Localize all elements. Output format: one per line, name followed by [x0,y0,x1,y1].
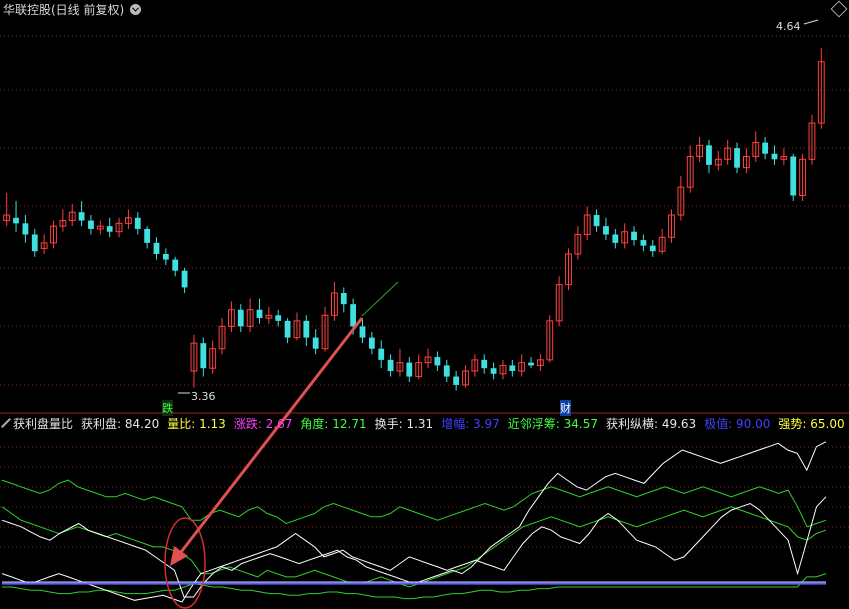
candle-body [631,231,637,241]
candle-body [762,142,769,154]
candle-body [443,365,450,377]
candle-body [312,337,319,349]
candle-body [350,304,357,327]
candle-body [406,362,413,377]
chart-canvas [0,19,849,609]
indicator-item: 近邻浮筹: 34.57 [507,416,598,431]
indicator-item: 极值: 90.00 [704,416,771,431]
candle-body [603,226,609,235]
indicator-item: 角度: 12.71 [300,416,367,431]
candle-body [368,337,375,349]
candle-body [22,223,29,235]
candle-body [78,212,85,221]
candle-body [340,293,347,305]
candle-body [181,270,188,288]
candle-body [172,259,179,271]
candle-body [144,228,151,243]
candle-body [237,309,244,327]
indicator-bar: 获利盘量比 获利盘: 84.20 量比: 1.13 涨跌: 2.67 角度: 12.7… [0,413,849,433]
diamond-icon[interactable] [1,418,11,428]
candle-body [162,254,169,260]
indicator-item: 强势: 65.00 [778,416,845,431]
indicator-name[interactable]: 获利盘量比 [13,415,73,432]
candle-body [378,348,385,360]
candle-body [13,217,19,224]
candle-body [153,242,160,254]
candle-body [387,359,394,371]
candle-body [275,315,282,321]
indicator-series-green-upper [1,479,827,528]
high-price-label: 4.64 [776,20,801,33]
candle-body [771,153,778,160]
indicator-values: 获利盘: 84.20 量比: 1.13 涨跌: 2.67 角度: 12.71 换手: 1… [81,415,849,432]
candle-body [790,156,797,196]
candle-body [509,365,516,371]
candle-body [434,357,441,366]
candle-body [453,376,460,385]
indicator-series-green-mid [1,506,827,588]
low-price-label: 3.36 [191,390,216,403]
indicator-item: 获利盘: 84.20 [81,416,160,431]
indicator-series-white-low [1,496,827,603]
candle-body [640,240,647,246]
candle-body [200,343,207,369]
candle-body [359,326,366,338]
candle-body [106,226,113,232]
candle-body [528,362,534,366]
candle-body [649,245,656,252]
indicator-item: 涨跌: 2.67 [233,416,293,431]
indicator-item: 获利纵横: 49.63 [605,416,697,431]
indicator-series-white-main [1,441,827,598]
indicator-series-green-low [2,573,827,600]
indicator-item: 量比: 1.13 [167,416,226,431]
indicator-item: 换手: 1.31 [374,416,434,431]
candle-body [88,220,94,229]
candle-body [31,234,38,252]
candle-body [481,359,488,369]
candle-body [303,320,310,338]
trend-line [361,281,399,317]
candle-body [734,148,740,168]
candle-body [490,368,497,374]
candle-body [706,145,712,165]
high-pointer [803,19,819,25]
candle-body [593,215,600,227]
indicator-item: 增幅: 3.97 [441,416,500,431]
candle-body [256,309,263,319]
candle-body [612,234,619,243]
candle-body [134,217,141,229]
candle-body [284,320,291,338]
